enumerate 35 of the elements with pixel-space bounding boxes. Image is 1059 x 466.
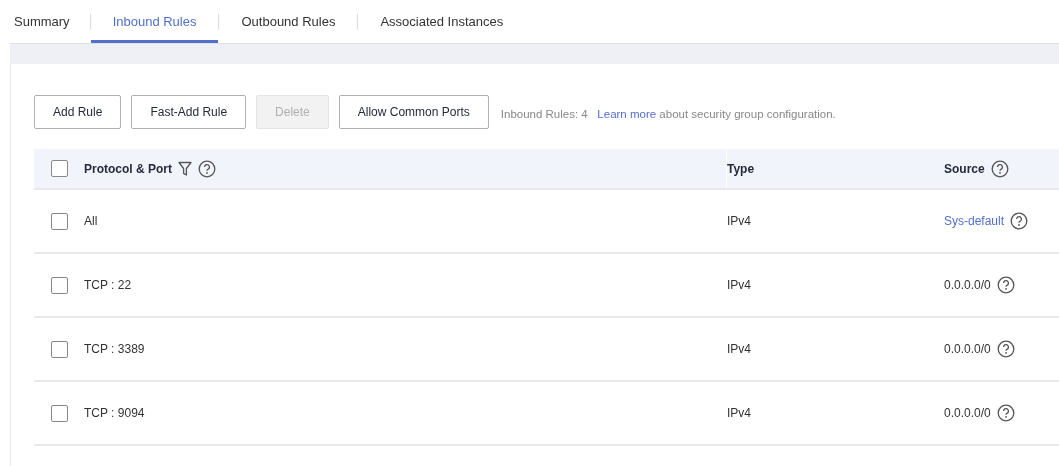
filter-icon[interactable] <box>178 160 192 177</box>
help-icon[interactable] <box>990 159 1009 178</box>
column-header: Protocol & Port <box>84 161 172 176</box>
toolbar-button[interactable]: Allow Common Ports <box>338 95 489 129</box>
checkbox[interactable] <box>51 276 68 294</box>
help-icon[interactable] <box>996 340 1015 358</box>
tab[interactable]: Outbound Rules <box>219 0 358 43</box>
tab[interactable]: Associated Instances <box>358 0 526 43</box>
table-cell: 0.0.0.0/0 <box>944 406 991 420</box>
checkbox[interactable] <box>51 212 68 230</box>
rules-info: Inbound Rules: 4 Learn more about security group configuration. <box>500 108 836 120</box>
help-icon[interactable] <box>996 404 1015 422</box>
column-header: Source <box>944 161 985 176</box>
table-cell: TCP : 9094 <box>84 406 145 420</box>
column-header: Type <box>727 161 755 176</box>
table-cell: IPv4 <box>727 278 751 292</box>
tab[interactable]: Summary <box>14 0 90 43</box>
table-cell: IPv4 <box>727 214 751 228</box>
checkbox[interactable] <box>51 160 68 177</box>
table-cell: IPv4 <box>727 342 751 356</box>
checkbox[interactable] <box>51 404 68 422</box>
toolbar-button[interactable]: Fast-Add Rule <box>131 95 247 129</box>
help-icon[interactable] <box>1010 212 1029 230</box>
checkbox[interactable] <box>51 340 68 358</box>
table-cell: TCP : 22 <box>84 278 132 292</box>
source-link[interactable]: Sys-default <box>944 214 1005 228</box>
table-cell: 0.0.0.0/0 <box>944 342 991 356</box>
table-cell: 0.0.0.0/0 <box>944 278 991 292</box>
table-cell: IPv4 <box>727 406 751 420</box>
learn-more-link[interactable]: Learn more <box>597 108 657 120</box>
table-cell: TCP : 3389 <box>84 342 145 356</box>
help-icon[interactable] <box>996 276 1015 294</box>
toolbar-button[interactable]: Add Rule <box>34 95 122 129</box>
help-icon[interactable] <box>198 159 216 178</box>
table-cell: All <box>84 214 98 228</box>
